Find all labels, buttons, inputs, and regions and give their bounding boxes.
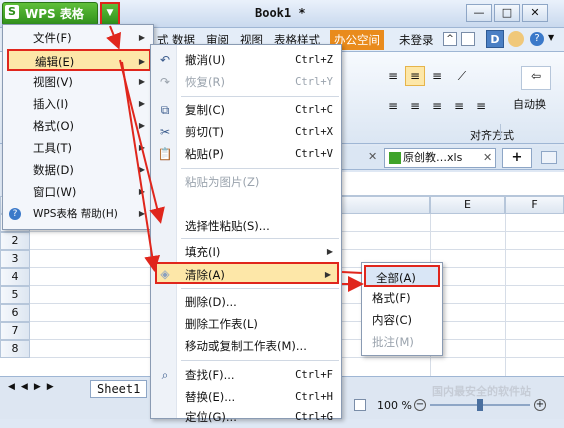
- cut-icon: ✂: [159, 125, 171, 139]
- menu-item-window[interactable]: 窗口(W) ▶: [3, 181, 153, 203]
- menu-item-view[interactable]: 视图(V) ▶: [3, 71, 153, 93]
- close-button[interactable]: ✕: [522, 4, 548, 22]
- menu-separator: [181, 168, 339, 169]
- row-header-3[interactable]: 3: [0, 250, 30, 268]
- redo-icon: ↷: [159, 75, 171, 89]
- zoom-out-icon[interactable]: −: [414, 399, 426, 411]
- row-header-8[interactable]: 8: [0, 340, 30, 358]
- menu-goto[interactable]: 定位(G)... Ctrl+G: [185, 406, 341, 428]
- menu-separator: [181, 238, 339, 239]
- xls-file-icon: [389, 152, 401, 164]
- close-doc-icon[interactable]: ✕: [368, 150, 377, 163]
- wps-main-menu: 文件(F) ▶ 编辑(E) ▶ 视图(V) ▶ 插入(I) ▶ 格式(O) ▶ 工具(T)…: [2, 24, 154, 230]
- ribbon-group-label: 对齐方式: [470, 129, 514, 142]
- group-divider: [500, 124, 501, 138]
- avatar-icon[interactable]: [508, 31, 524, 47]
- help-icon[interactable]: ?: [530, 32, 544, 46]
- undo-icon: ↶: [159, 53, 171, 67]
- menu-clear-comments[interactable]: 批注(M): [362, 331, 442, 353]
- wrap-text-icon[interactable]: ⇦: [521, 66, 551, 90]
- menu-clear[interactable]: 清除(A) ▶: [155, 262, 339, 284]
- auto-wrap-label[interactable]: 自动换: [513, 96, 546, 112]
- find-icon: ⌕: [161, 368, 169, 382]
- justify-icon[interactable]: ≡: [449, 96, 469, 116]
- menu-move-copy-sheet[interactable]: 移动或复制工作表(M)...: [185, 335, 341, 357]
- menu-item-help[interactable]: WPS表格 帮助(H) ▶: [3, 203, 153, 225]
- chevron-up-icon[interactable]: ^: [443, 32, 457, 46]
- watermark: 国内最安全的软件站: [432, 385, 531, 398]
- menu-item-edit[interactable]: 编辑(E) ▶: [7, 49, 151, 71]
- menu-separator: [181, 360, 339, 361]
- menu-clear-contents[interactable]: 内容(C): [362, 309, 442, 331]
- column-header-D[interactable]: [340, 196, 430, 214]
- column-header-F[interactable]: F: [505, 196, 564, 214]
- row-header-5[interactable]: 5: [0, 286, 30, 304]
- document-title: Book1 *: [255, 6, 306, 20]
- wps-dropdown-button[interactable]: ▼: [100, 2, 120, 26]
- menu-item-tools[interactable]: 工具(T) ▶: [3, 137, 153, 159]
- tab-list-icon[interactable]: [541, 151, 557, 164]
- distribute-icon[interactable]: ≡: [471, 96, 491, 116]
- menu-delete[interactable]: 删除(D)...: [185, 291, 341, 313]
- zoom-level: 100 %: [377, 399, 412, 412]
- sheet-tab[interactable]: Sheet1: [90, 380, 148, 398]
- align-center-icon[interactable]: ≡: [405, 96, 425, 116]
- maximize-button[interactable]: □: [494, 4, 520, 22]
- palette-icon[interactable]: [461, 32, 475, 46]
- edit-submenu: ↶ 撤消(U) Ctrl+Z ↷ 恢复(R) Ctrl+Y ⧉ 复制(C) Ctrl+…: [150, 44, 342, 424]
- align-bottom-icon[interactable]: ≡: [427, 66, 447, 86]
- menu-clear-all[interactable]: 全部(A): [364, 265, 440, 287]
- doc-tab-2-label: 原创教…xls: [403, 151, 463, 164]
- zoom-in-icon[interactable]: +: [534, 399, 546, 411]
- menu-copy[interactable]: 复制(C) Ctrl+C: [185, 99, 341, 121]
- new-tab-button[interactable]: +: [502, 148, 532, 168]
- row-header-4[interactable]: 4: [0, 268, 30, 286]
- menu-replace[interactable]: 替换(E)... Ctrl+H: [185, 386, 341, 408]
- align-right-icon[interactable]: ≡: [427, 96, 447, 116]
- minimize-button[interactable]: —: [466, 4, 492, 22]
- clear-submenu: 全部(A) 格式(F) 内容(C) 批注(M): [361, 262, 443, 356]
- column-header-E[interactable]: E: [430, 196, 505, 214]
- menu-find[interactable]: 查找(F)... Ctrl+F: [185, 364, 341, 386]
- sheet-nav-arrows[interactable]: ◀◀▶▶: [8, 382, 60, 392]
- row-header-6[interactable]: 6: [0, 304, 30, 322]
- align-top-icon[interactable]: ≡: [383, 66, 403, 86]
- menu-paste-special[interactable]: 选择性粘贴(S)...: [185, 215, 341, 237]
- zoom-slider-thumb[interactable]: [477, 399, 483, 411]
- help-icon: ?: [9, 208, 21, 220]
- row-header-2[interactable]: 2: [0, 232, 30, 250]
- menu-item-insert[interactable]: 插入(I) ▶: [3, 93, 153, 115]
- grid-line: [505, 214, 506, 376]
- orientation-icon[interactable]: ⟋: [452, 66, 472, 86]
- menu-redo[interactable]: 恢复(R) Ctrl+Y: [185, 71, 341, 93]
- login-status[interactable]: 未登录: [399, 32, 434, 48]
- align-left-icon[interactable]: ≡: [383, 96, 403, 116]
- menu-fill[interactable]: 填充(I) ▶: [185, 241, 341, 263]
- menu-separator: [181, 288, 339, 289]
- menu-separator: [181, 96, 339, 97]
- menu-item-data[interactable]: 数据(D) ▶: [3, 159, 153, 181]
- menu-paste[interactable]: 粘贴(P) Ctrl+V: [185, 143, 341, 165]
- docer-icon[interactable]: D: [486, 30, 504, 48]
- normal-view-icon[interactable]: [354, 399, 366, 411]
- menu-undo[interactable]: 撤消(U) Ctrl+Z: [185, 49, 341, 71]
- chevron-down-icon[interactable]: ▼: [548, 33, 554, 42]
- close-doc2-icon[interactable]: ✕: [483, 151, 492, 164]
- row-header-7[interactable]: 7: [0, 322, 30, 340]
- wps-title: WPS 表格: [25, 7, 84, 21]
- paste-icon: 📋: [157, 147, 173, 161]
- eraser-icon: ◈: [160, 267, 170, 281]
- wps-logo-icon: S: [5, 5, 19, 19]
- menu-item-file[interactable]: 文件(F) ▶: [3, 27, 153, 49]
- align-middle-icon[interactable]: ≡: [405, 66, 425, 86]
- menu-item-blurred[interactable]: [185, 193, 341, 215]
- plus-icon: +: [511, 150, 523, 165]
- menu-icon-strip: [151, 45, 177, 418]
- copy-icon: ⧉: [160, 103, 170, 117]
- menu-paste-as-image[interactable]: 粘贴为图片(Z): [185, 171, 341, 193]
- menu-item-format[interactable]: 格式(O) ▶: [3, 115, 153, 137]
- menu-clear-formats[interactable]: 格式(F): [362, 287, 442, 309]
- menu-delete-sheet[interactable]: 删除工作表(L): [185, 313, 341, 335]
- menu-cut[interactable]: 剪切(T) Ctrl+X: [185, 121, 341, 143]
